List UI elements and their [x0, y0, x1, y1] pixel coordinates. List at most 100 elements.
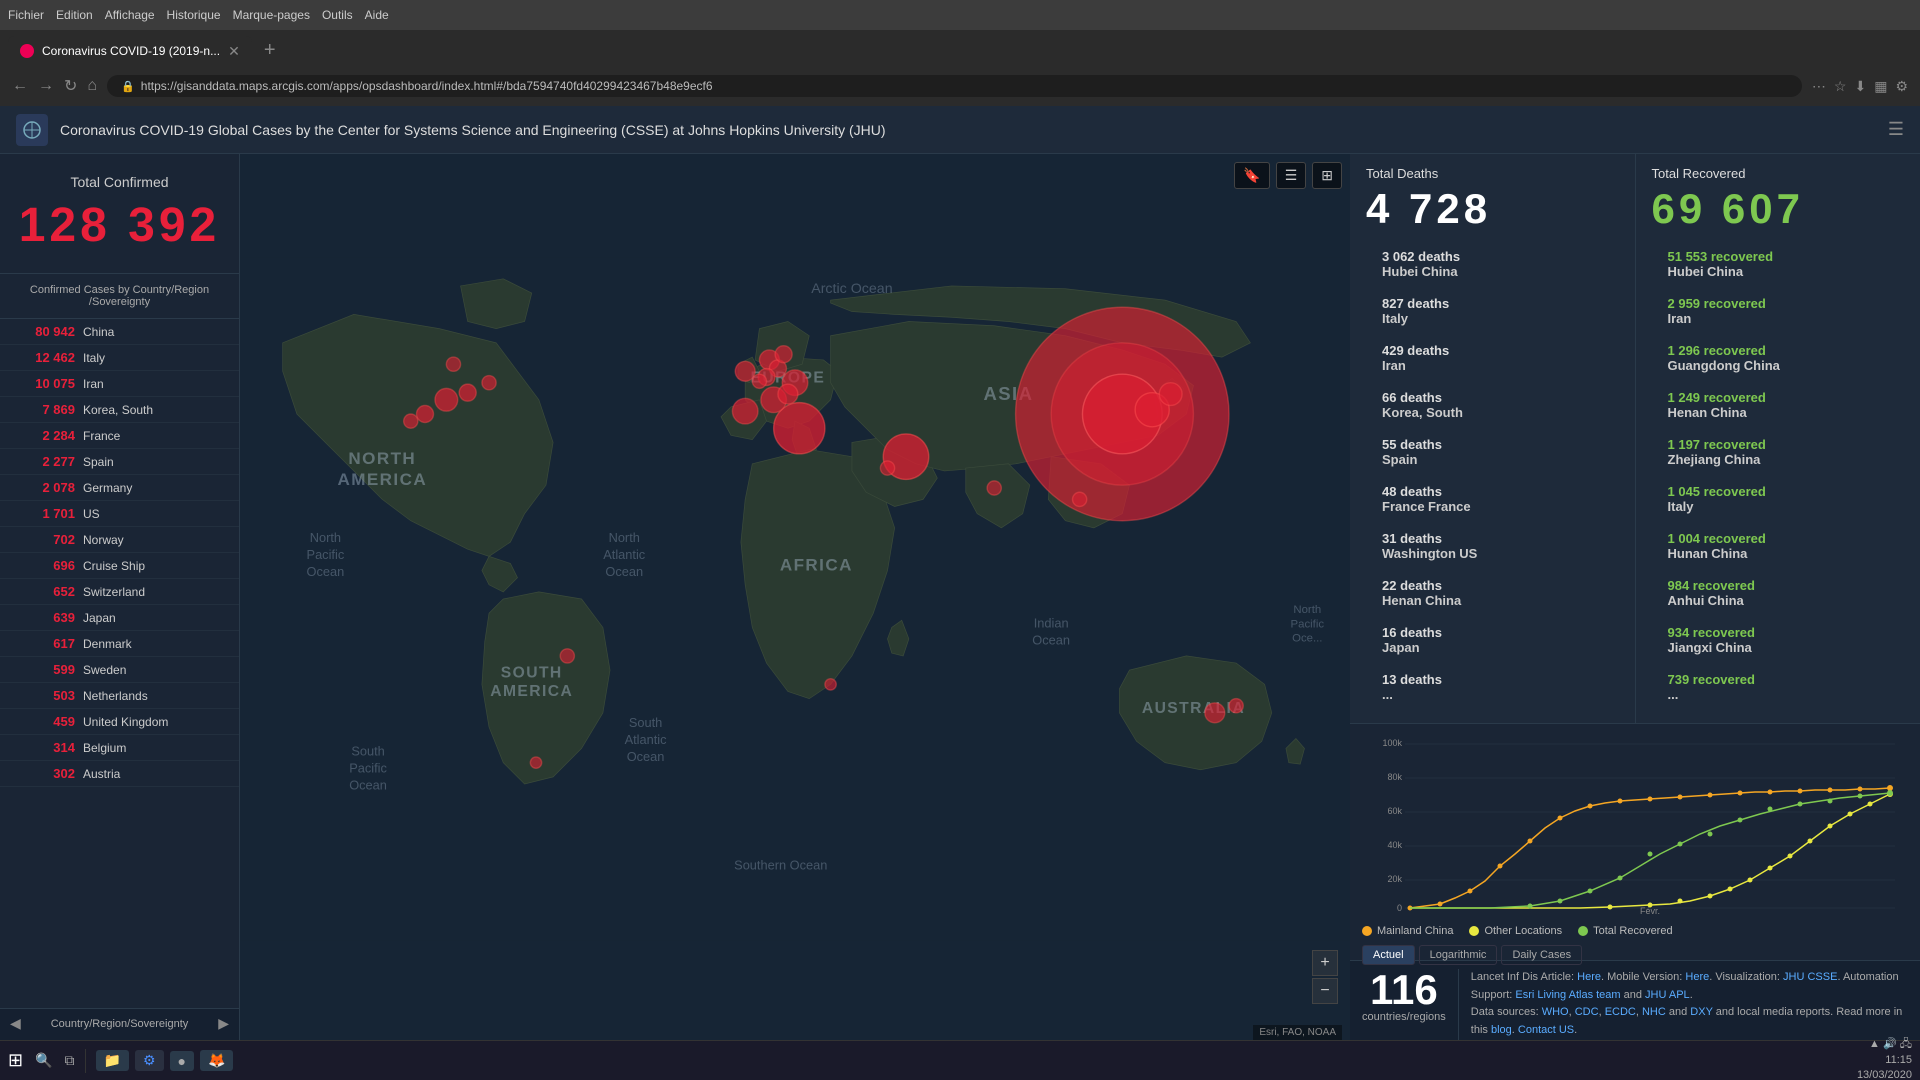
- deaths-count: 66 deaths: [1382, 390, 1603, 405]
- menu-item-outils[interactable]: Outils: [322, 8, 353, 22]
- chart-tab-0[interactable]: Actuel: [1362, 945, 1415, 965]
- zoom-out-button[interactable]: −: [1312, 978, 1338, 1004]
- total-confirmed-box: Total Confirmed 128 392: [0, 154, 239, 274]
- browser-menu[interactable]: Fichier Edition Affichage Historique Marque-…: [8, 8, 389, 22]
- chart-tab-2[interactable]: Daily Cases: [1501, 945, 1582, 965]
- legend-dot: [1362, 926, 1372, 936]
- menu-item-fichier[interactable]: Fichier: [8, 8, 44, 22]
- deaths-location: Henan China: [1382, 593, 1603, 608]
- svg-text:North: North: [1293, 604, 1321, 616]
- recovered-list-item: 1 004 recoveredHunan China: [1652, 523, 1905, 570]
- back-button[interactable]: ←: [12, 77, 28, 95]
- country-row[interactable]: 459United Kingdom: [0, 709, 239, 735]
- extensions-icon[interactable]: ⋯: [1812, 78, 1826, 95]
- country-row[interactable]: 503Netherlands: [0, 683, 239, 709]
- recovered-list-item: 2 959 recoveredIran: [1652, 288, 1905, 335]
- country-row[interactable]: 80 942China: [0, 319, 239, 345]
- country-row[interactable]: 599Sweden: [0, 657, 239, 683]
- country-row[interactable]: 2 277Spain: [0, 449, 239, 475]
- grid-tool-button[interactable]: ⊞: [1312, 162, 1342, 189]
- svg-text:Atlantic: Atlantic: [603, 547, 646, 562]
- country-count: 617: [10, 636, 75, 651]
- svg-text:Pacific: Pacific: [1291, 618, 1325, 630]
- scroll-right-arrow[interactable]: ▶: [218, 1015, 229, 1032]
- bookmark-icon[interactable]: ☆: [1834, 78, 1847, 95]
- reload-button[interactable]: ↻: [64, 76, 77, 96]
- firefox-button[interactable]: 🦊: [200, 1050, 233, 1071]
- legend-item: Total Recovered: [1578, 925, 1673, 937]
- svg-text:AMERICA: AMERICA: [490, 683, 573, 700]
- download-icon[interactable]: ⬇: [1854, 78, 1866, 95]
- search-taskbar-button[interactable]: 🔍: [29, 1050, 58, 1071]
- home-button[interactable]: ⌂: [87, 77, 97, 95]
- country-row[interactable]: 639Japan: [0, 605, 239, 631]
- countries-label: countries/regions: [1362, 1011, 1446, 1023]
- country-row[interactable]: 7 869Korea, South: [0, 397, 239, 423]
- svg-text:Atlantic: Atlantic: [625, 732, 668, 747]
- list-tool-button[interactable]: ☰: [1276, 162, 1307, 189]
- legend-label: Mainland China: [1377, 925, 1453, 937]
- deaths-location: Korea, South: [1382, 405, 1603, 420]
- country-name: Netherlands: [83, 689, 148, 703]
- tab-close-button[interactable]: ✕: [228, 43, 240, 60]
- start-button[interactable]: ⊞: [8, 1050, 23, 1071]
- chrome-button[interactable]: ●: [170, 1051, 194, 1071]
- deaths-location: ...: [1382, 687, 1603, 702]
- settings-taskbar-button[interactable]: ⚙: [135, 1050, 164, 1071]
- svg-text:0: 0: [1397, 903, 1402, 913]
- svg-text:20k: 20k: [1387, 874, 1402, 884]
- legend-item: Other Locations: [1469, 925, 1562, 937]
- country-count: 652: [10, 584, 75, 599]
- country-name: Austria: [83, 767, 120, 781]
- country-row[interactable]: 314Belgium: [0, 735, 239, 761]
- right-panel: Total Deaths 4 728 3 062 deathsHubei Chi…: [1350, 154, 1920, 1080]
- app-menu-icon[interactable]: ☰: [1888, 119, 1904, 140]
- browser-address-bar: ← → ↻ ⌂ 🔒 https://gisanddata.maps.arcgis…: [0, 66, 1920, 106]
- map-background[interactable]: 🔖 ☰ ⊞: [240, 154, 1350, 1044]
- recovered-location: Iran: [1668, 311, 1889, 326]
- task-view-button[interactable]: ⧉: [65, 1052, 75, 1069]
- address-bar-input[interactable]: 🔒 https://gisanddata.maps.arcgis.com/app…: [107, 75, 1802, 97]
- recovered-location: Guangdong China: [1668, 358, 1889, 373]
- deaths-list-item: 55 deathsSpain: [1366, 429, 1619, 476]
- chart-svg: 100k 80k 60k 40k 20k 0 Févr.: [1362, 736, 1908, 916]
- country-row[interactable]: 1 701US: [0, 501, 239, 527]
- svg-text:AMERICA: AMERICA: [338, 470, 428, 489]
- recovered-panel: Total Recovered 69 607 51 553 recoveredH…: [1636, 154, 1920, 723]
- menu-item-affichage[interactable]: Affichage: [105, 8, 155, 22]
- deaths-list-item: 48 deathsFrance France: [1366, 476, 1619, 523]
- menu-item-marque-pages[interactable]: Marque-pages: [233, 8, 310, 22]
- new-tab-button[interactable]: +: [256, 35, 284, 66]
- sidebar-icon[interactable]: ▦: [1874, 78, 1887, 95]
- deaths-location: Iran: [1382, 358, 1603, 373]
- esri-credit: Esri, FAO, NOAA: [1253, 1025, 1342, 1040]
- deaths-list: 3 062 deathsHubei China827 deathsItaly42…: [1366, 241, 1619, 711]
- menu-item-historique[interactable]: Historique: [167, 8, 221, 22]
- zoom-in-button[interactable]: +: [1312, 950, 1338, 976]
- country-row[interactable]: 617Denmark: [0, 631, 239, 657]
- country-row[interactable]: 696Cruise Ship: [0, 553, 239, 579]
- chart-tab-1[interactable]: Logarithmic: [1419, 945, 1498, 965]
- menu-item-aide[interactable]: Aide: [365, 8, 389, 22]
- country-count: 2 277: [10, 454, 75, 469]
- deaths-location: Hubei China: [1382, 264, 1603, 279]
- deaths-count: 48 deaths: [1382, 484, 1603, 499]
- country-row[interactable]: 302Austria: [0, 761, 239, 787]
- settings-icon[interactable]: ⚙: [1895, 78, 1908, 95]
- country-row[interactable]: 2 284France: [0, 423, 239, 449]
- country-row[interactable]: 12 462Italy: [0, 345, 239, 371]
- active-tab[interactable]: Coronavirus COVID-19 (2019-n... ✕: [8, 36, 252, 66]
- scroll-left-arrow[interactable]: ◀: [10, 1015, 21, 1032]
- menu-item-edition[interactable]: Edition: [56, 8, 93, 22]
- forward-button[interactable]: →: [38, 77, 54, 95]
- url-text: https://gisanddata.maps.arcgis.com/apps/…: [141, 79, 713, 93]
- bookmark-tool-button[interactable]: 🔖: [1234, 162, 1269, 189]
- deaths-count: 31 deaths: [1382, 531, 1603, 546]
- file-explorer-button[interactable]: 📁: [96, 1050, 129, 1071]
- country-row[interactable]: 652Switzerland: [0, 579, 239, 605]
- country-row[interactable]: 702Norway: [0, 527, 239, 553]
- svg-text:Pacific: Pacific: [349, 761, 387, 776]
- recovered-location: Zhejiang China: [1668, 452, 1889, 467]
- country-row[interactable]: 2 078Germany: [0, 475, 239, 501]
- country-row[interactable]: 10 075Iran: [0, 371, 239, 397]
